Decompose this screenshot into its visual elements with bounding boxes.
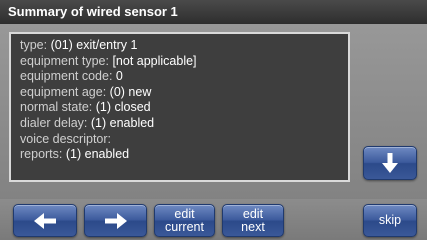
edit-next-line1: edit: [242, 206, 264, 221]
detail-row-type: type: (01) exit/entry 1: [20, 38, 348, 54]
edit-next-label: edit next: [241, 206, 265, 234]
detail-label: equipment age:: [20, 84, 107, 99]
edit-current-label: edit current: [165, 206, 204, 234]
next-button[interactable]: [84, 204, 147, 237]
skip-button[interactable]: skip: [363, 204, 417, 237]
detail-value: (0) new: [109, 84, 152, 99]
arrow-down-icon: [382, 153, 398, 173]
previous-button[interactable]: [13, 204, 77, 237]
screen: Summary of wired sensor 1 type: (01) exi…: [0, 0, 427, 240]
detail-label: equipment type:: [20, 53, 109, 68]
detail-row-equipment-code: equipment code: 0: [20, 69, 348, 85]
detail-label: equipment code:: [20, 69, 113, 84]
detail-label: voice descriptor:: [20, 131, 112, 146]
sensor-summary-panel: type: (01) exit/entry 1 equipment type: …: [9, 32, 350, 182]
edit-current-button[interactable]: edit current: [154, 204, 215, 237]
detail-label: dialer delay:: [20, 115, 88, 130]
detail-row-normal-state: normal state: (1) closed: [20, 100, 348, 116]
skip-label: skip: [378, 213, 402, 227]
detail-value: (1) enabled: [65, 147, 130, 162]
page-title: Summary of wired sensor 1: [0, 0, 427, 24]
detail-label: type:: [20, 38, 48, 52]
detail-row-dialer-delay: dialer delay: (1) enabled: [20, 116, 348, 132]
detail-value: (01) exit/entry 1: [50, 38, 138, 52]
arrow-right-icon: [104, 212, 127, 229]
edit-current-line1: edit: [174, 206, 195, 221]
detail-label: normal state:: [20, 100, 93, 115]
detail-value: 0: [115, 69, 123, 84]
detail-row-voice-descriptor: voice descriptor:: [20, 132, 348, 148]
detail-value: (1) closed: [95, 100, 151, 115]
detail-value: [not applicable]: [112, 53, 197, 68]
edit-next-button[interactable]: edit next: [222, 204, 284, 237]
detail-value: (1) enabled: [90, 115, 155, 130]
detail-row-reports: reports: (1) enabled: [20, 147, 348, 163]
edit-current-line2: current: [165, 219, 204, 234]
detail-row-equipment-type: equipment type: [not applicable]: [20, 54, 348, 70]
arrow-left-icon: [34, 212, 56, 229]
scroll-down-button[interactable]: [363, 146, 417, 180]
detail-label: reports:: [20, 147, 63, 162]
detail-row-equipment-age: equipment age: (0) new: [20, 85, 348, 101]
edit-next-line2: next: [241, 219, 265, 234]
